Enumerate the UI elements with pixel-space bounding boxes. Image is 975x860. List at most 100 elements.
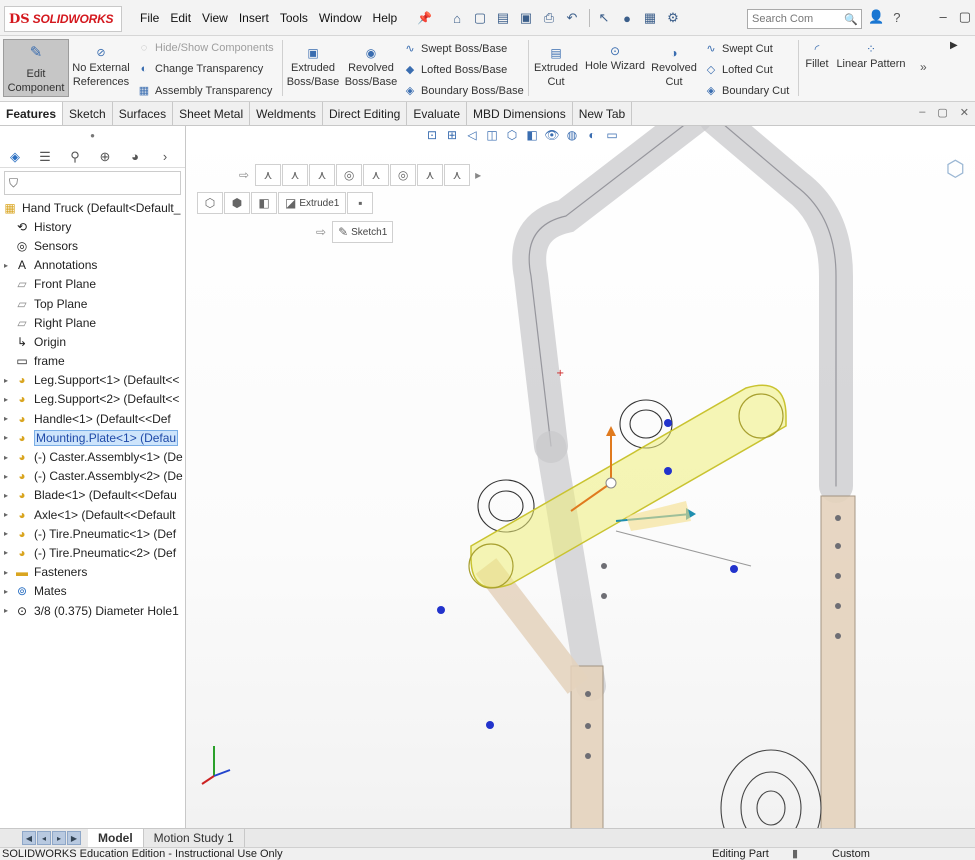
filter-input[interactable]: ⛉ <box>4 171 181 195</box>
print-icon[interactable]: ⎙ <box>539 8 559 28</box>
menu-edit[interactable]: Edit <box>170 11 191 25</box>
undo-icon[interactable]: ↶ <box>562 8 582 28</box>
expand-arrow-icon[interactable]: ▸ <box>4 261 14 270</box>
panel-close-icon[interactable]: ✕ <box>960 106 969 119</box>
panel-grip[interactable]: ● <box>0 126 185 146</box>
swept-cut-button[interactable]: ∿ Swept Cut <box>704 42 772 56</box>
property-manager-tab-icon[interactable]: ☰ <box>30 149 60 165</box>
tree-item[interactable]: ▸ A Annotations <box>0 256 186 275</box>
tree-item[interactable]: ▭ frame <box>0 352 186 371</box>
expand-arrow-icon[interactable]: ▸ <box>4 395 14 404</box>
tree-item[interactable]: ◎ Sensors <box>0 236 186 255</box>
tree-item[interactable]: ▱ Top Plane <box>0 294 186 313</box>
expand-arrow-icon[interactable]: ▸ <box>4 453 14 462</box>
panel-minimize-icon[interactable]: – <box>919 106 925 119</box>
help-icon[interactable]: ? <box>893 10 900 25</box>
tab-model[interactable]: Model <box>88 828 144 848</box>
tab-surfaces[interactable]: Surfaces <box>113 102 174 125</box>
menu-tools[interactable]: Tools <box>280 11 308 25</box>
last-tab-icon[interactable]: ▶ <box>67 831 81 845</box>
extruded-boss-button[interactable]: ▣ Extruded Boss/Base <box>285 46 341 89</box>
more-chevron-icon[interactable]: » <box>920 60 927 74</box>
tree-item[interactable]: ▸ ◕ Handle<1> (Default<<Def <box>0 409 186 428</box>
expand-arrow-icon[interactable]: ▸ <box>4 568 14 577</box>
hide-show-components-button[interactable]: ◌ Hide/Show Components <box>137 42 274 54</box>
menu-view[interactable]: View <box>202 11 228 25</box>
tab-direct-editing[interactable]: Direct Editing <box>323 102 408 125</box>
user-icon[interactable]: 👤 <box>868 9 884 25</box>
tree-item[interactable]: ▸ ▬ Fasteners <box>0 563 186 582</box>
maximize-icon[interactable]: ▢ <box>959 9 971 25</box>
display-manager-tab-icon[interactable]: ◕ <box>120 149 150 164</box>
tree-item[interactable]: ▸ ◕ (-) Tire.Pneumatic<2> (Def <box>0 543 186 562</box>
open-icon[interactable]: ▤ <box>493 8 513 28</box>
tab-mbd-dimensions[interactable]: MBD Dimensions <box>467 102 573 125</box>
home-icon[interactable]: ⌂ <box>447 8 467 28</box>
tab-evaluate[interactable]: Evaluate <box>407 102 468 125</box>
tree-item[interactable]: ▸ ◕ Leg.Support<2> (Default<< <box>0 390 186 409</box>
change-transparency-button[interactable]: ◐ Change Transparency <box>137 63 264 75</box>
no-external-references-button[interactable]: ⊘ No External References <box>72 46 130 89</box>
first-tab-icon[interactable]: ◀ <box>22 831 36 845</box>
boundary-boss-button[interactable]: ◈ Boundary Boss/Base <box>403 84 524 98</box>
units-selector[interactable]: Custom <box>832 848 870 860</box>
expand-arrow-icon[interactable]: ▸ <box>4 414 14 423</box>
tree-item[interactable]: ▸ ⊙ 3/8 (0.375) Diameter Hole1 <box>0 601 186 620</box>
revolved-cut-button[interactable]: ◑ Revolved Cut <box>648 46 700 89</box>
next-tab-icon[interactable]: ▸ <box>52 831 66 845</box>
save-icon[interactable]: ▣ <box>516 8 536 28</box>
new-document-icon[interactable]: ▢ <box>470 8 490 28</box>
tree-item[interactable]: ▸ ◕ Leg.Support<1> (Default<< <box>0 371 186 390</box>
menu-insert[interactable]: Insert <box>239 11 269 25</box>
configuration-manager-tab-icon[interactable]: ⚲ <box>60 149 90 165</box>
tree-item[interactable]: ▸ ◕ (-) Caster.Assembly<1> (De <box>0 447 186 466</box>
tree-item[interactable]: ▸ ◕ Mounting.Plate<1> (Defau <box>0 428 186 447</box>
extruded-cut-button[interactable]: ▤ Extruded Cut <box>531 46 581 89</box>
expand-arrow-icon[interactable]: ▸ <box>4 376 14 385</box>
tree-item[interactable]: ▸ ◕ (-) Caster.Assembly<2> (De <box>0 467 186 486</box>
expand-arrow-icon[interactable]: ▸ <box>4 472 14 481</box>
lofted-cut-button[interactable]: ◇ Lofted Cut <box>704 63 773 77</box>
fillet-button[interactable]: ◜ Fillet <box>802 42 832 71</box>
prev-tab-icon[interactable]: ◂ <box>37 831 51 845</box>
expand-arrow-icon[interactable]: ▸ <box>4 433 14 442</box>
tree-item[interactable]: ▱ Front Plane <box>0 275 186 294</box>
hole-wizard-button[interactable]: ⊙ Hole Wizard <box>584 44 646 73</box>
rebuild-icon[interactable]: ▦ <box>640 8 660 28</box>
linear-pattern-button[interactable]: ⁘ Linear Pattern <box>834 42 908 71</box>
menu-window[interactable]: Window <box>319 11 362 25</box>
tab-sheet-metal[interactable]: Sheet Metal <box>173 102 251 125</box>
tree-item[interactable]: ▸ ◕ Blade<1> (Default<<Defau <box>0 486 186 505</box>
minimize-icon[interactable]: – <box>939 9 946 25</box>
pin-icon[interactable]: 📌 <box>417 11 432 25</box>
tab-weldments[interactable]: Weldments <box>250 102 323 125</box>
traffic-light-icon[interactable]: ● <box>617 8 637 28</box>
expand-arrow-icon[interactable]: ▸ <box>4 491 14 500</box>
expand-arrow-icon[interactable]: ▸ <box>4 587 14 596</box>
expand-arrow-icon[interactable]: ▶ <box>950 40 958 51</box>
graphics-area[interactable]: ⊡ ⊞ ◁ ◫ ⬡ ◧ 👁 ◍ ◐ ▭ ⇨ ⋏ ⋏ ⋏ ◎ ⋏ ◎ ⋏ ⋏ ▸ … <box>186 126 975 828</box>
select-icon[interactable]: ↖ <box>594 8 614 28</box>
boundary-cut-button[interactable]: ◈ Boundary Cut <box>704 84 790 98</box>
tree-root[interactable]: ▦ Hand Truck (Default<Default_ <box>0 198 186 217</box>
revolved-boss-button[interactable]: ◉ Revolved Boss/Base <box>343 46 399 89</box>
expand-arrow-icon[interactable]: ▸ <box>4 510 14 519</box>
tree-item[interactable]: ▸ ◕ Axle<1> (Default<<Default <box>0 505 186 524</box>
search-icon[interactable]: 🔍 <box>844 13 858 26</box>
tab-new-tab[interactable]: New Tab <box>573 102 633 125</box>
more-tabs-icon[interactable]: › <box>150 149 180 164</box>
menu-help[interactable]: Help <box>373 11 398 25</box>
assembly-transparency-button[interactable]: ▦ Assembly Transparency <box>137 84 273 98</box>
tree-item[interactable]: ⟲ History <box>0 217 186 236</box>
tree-item[interactable]: ▸ ⊚ Mates <box>0 582 186 601</box>
menu-file[interactable]: File <box>140 11 159 25</box>
mounting-plate[interactable] <box>468 384 787 589</box>
tree-item[interactable]: ▱ Right Plane <box>0 313 186 332</box>
tab-sketch[interactable]: Sketch <box>63 102 113 125</box>
tab-features[interactable]: Features <box>0 102 64 125</box>
search-input[interactable]: Search Com 🔍 <box>747 9 862 29</box>
rebuild-status-icon[interactable]: ▮ <box>792 848 798 860</box>
panel-restore-icon[interactable]: ▢ <box>937 106 947 119</box>
solidworks-logo[interactable]: DS SOLIDWORKS <box>4 6 122 32</box>
swept-boss-button[interactable]: ∿ Swept Boss/Base <box>403 42 507 56</box>
